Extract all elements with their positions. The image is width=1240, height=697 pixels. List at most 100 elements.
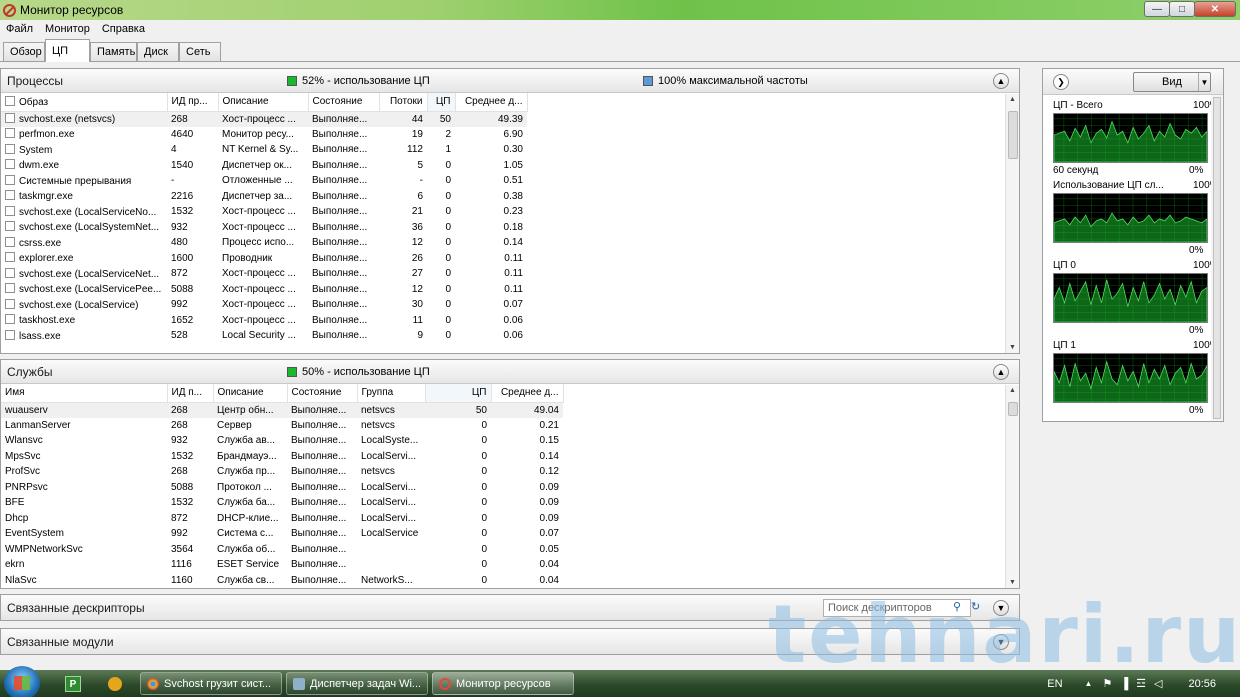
column-header[interactable]: Потоки — [379, 93, 428, 112]
services-header[interactable]: Службы 50% - использование ЦП ▲ — [1, 360, 1019, 384]
row-checkbox[interactable] — [5, 113, 15, 123]
services-scrollbar[interactable]: ▲ ▼ — [1005, 385, 1019, 588]
table-row[interactable]: Dhcp 872 DHCP-клие... Выполняе... LocalServi… — [1, 511, 563, 527]
tab-overview[interactable]: Обзор — [3, 42, 45, 61]
column-header[interactable]: Описание — [218, 93, 309, 112]
table-row[interactable]: ekrn 1116 ESET Service Выполняе... 0 0.04 — [1, 557, 563, 573]
pinned-app-icon[interactable]: P — [60, 673, 86, 695]
column-header[interactable]: ЦП — [427, 93, 456, 112]
flag-icon[interactable]: ⚑ — [1102, 677, 1112, 690]
signal-icon[interactable]: ▐ — [1120, 678, 1128, 690]
tab-disk[interactable]: Диск — [137, 42, 179, 61]
minimize-button[interactable]: — — [1144, 1, 1170, 17]
select-all-checkbox[interactable] — [5, 95, 15, 106]
table-row[interactable]: svchost.exe (LocalService) 992 Хост-процес… — [1, 297, 527, 313]
column-header[interactable]: ИД пр... — [167, 93, 219, 112]
search-icon[interactable]: ⚲ — [953, 600, 961, 613]
scroll-up-icon[interactable]: ▲ — [1009, 96, 1016, 103]
graphs-scrollbar[interactable] — [1211, 95, 1223, 421]
column-header[interactable]: Среднее д... — [455, 93, 528, 112]
column-header[interactable]: Группа — [357, 384, 426, 403]
table-row[interactable]: lsass.exe 528 Local Security ... Выполняе..… — [1, 328, 527, 344]
column-header[interactable]: Имя — [1, 384, 168, 403]
table-row[interactable]: Системные прерывания - Отложенные ... Выпол… — [1, 173, 527, 189]
table-row[interactable]: MpsSvc 1532 Брандмауэ... Выполняе... LocalSe… — [1, 449, 563, 465]
table-row[interactable]: svchost.exe (netsvcs) 268 Хост-процесс ...… — [1, 111, 527, 127]
table-row[interactable]: svchost.exe (LocalSystemNet... 932 Хост-пр… — [1, 220, 527, 236]
row-checkbox[interactable] — [5, 236, 15, 247]
table-row[interactable]: taskhost.exe 1652 Хост-процесс ... Выполняе… — [1, 313, 527, 329]
table-row[interactable]: BFE 1532 Служба ба... Выполняе... LocalServi… — [1, 495, 563, 511]
column-header[interactable]: Среднее д... — [491, 384, 564, 403]
row-checkbox[interactable] — [5, 190, 15, 201]
table-row[interactable]: LanmanServer 268 Сервер Выполняе... netsvcs 0… — [1, 418, 563, 434]
table-row[interactable]: EventSystem 992 Система с... Выполняе... Loc… — [1, 526, 563, 542]
graphs-scroll-thumb[interactable] — [1213, 97, 1221, 419]
modules-expand-icon[interactable]: ▼ — [993, 634, 1009, 650]
row-checkbox[interactable] — [5, 221, 15, 232]
maximize-button[interactable]: □ — [1169, 1, 1195, 17]
row-checkbox[interactable] — [5, 128, 15, 139]
column-header[interactable]: Описание — [213, 384, 288, 403]
table-row[interactable]: WMPNetworkSvc 3564 Служба об... Выполняе...… — [1, 542, 563, 558]
processes-header[interactable]: Процессы 52% - использование ЦП 100% мак… — [1, 69, 1019, 93]
table-row[interactable]: dwm.exe 1540 Диспетчер ок... Выполняе... 5 0 1… — [1, 158, 527, 174]
processes-scrollbar[interactable]: ▲ ▼ — [1005, 94, 1019, 353]
scroll-down-icon[interactable]: ▼ — [1009, 579, 1016, 586]
eset-icon[interactable] — [102, 673, 128, 695]
column-header[interactable]: ЦП — [425, 384, 492, 403]
table-row[interactable]: Wlansvc 932 Служба ав... Выполняе... LocalSy… — [1, 433, 563, 449]
table-row[interactable]: csrss.exe 480 Процесс испо... Выполняе... 12… — [1, 235, 527, 251]
row-checkbox[interactable] — [5, 314, 15, 325]
services-scroll-thumb[interactable] — [1008, 402, 1018, 416]
row-checkbox[interactable] — [5, 174, 15, 185]
start-button[interactable] — [4, 666, 40, 697]
column-header[interactable]: Состояние — [308, 93, 380, 112]
table-row[interactable]: taskmgr.exe 2216 Диспетчер за... Выполняе..… — [1, 189, 527, 205]
modules-section-header[interactable]: Связанные модули ▼ — [0, 628, 1020, 655]
processes-scroll-thumb[interactable] — [1008, 111, 1018, 159]
tab-memory[interactable]: Память — [90, 42, 137, 61]
outer-scrollbar[interactable] — [1229, 68, 1240, 668]
scroll-up-icon[interactable]: ▲ — [1009, 387, 1016, 394]
processes-collapse-icon[interactable]: ▲ — [993, 73, 1009, 89]
row-checkbox[interactable] — [5, 283, 15, 294]
table-row[interactable]: ProfSvc 268 Служба пр... Выполняе... netsvcs… — [1, 464, 563, 480]
taskbar-item-task-manager[interactable]: Диспетчер задач Wi... — [286, 672, 428, 695]
row-checkbox[interactable] — [5, 298, 15, 309]
table-row[interactable]: perfmon.exe 4640 Монитор ресу... Выполняе..… — [1, 127, 527, 143]
table-row[interactable]: svchost.exe (LocalServicePee... 5088 Хост-… — [1, 282, 527, 298]
table-row[interactable]: explorer.exe 1600 Проводник Выполняе... 26 0 0… — [1, 251, 527, 267]
table-row[interactable]: System 4 NT Kernel & Sy... Выполняе... 112 1 0… — [1, 142, 527, 158]
handles-search-input[interactable]: Поиск дескрипторов — [823, 599, 971, 617]
chevron-up-icon[interactable]: ▲ — [1085, 679, 1093, 688]
row-checkbox[interactable] — [5, 252, 15, 263]
menu-file[interactable]: Файл — [0, 23, 39, 35]
network-icon[interactable]: ☲ — [1136, 677, 1146, 690]
tab-cpu[interactable]: ЦП — [45, 39, 90, 62]
table-row[interactable]: svchost.exe (LocalServiceNo... 1532 Хост-п… — [1, 204, 527, 220]
table-row[interactable]: PNRPsvc 5088 Протокол ... Выполняе... LocalS… — [1, 480, 563, 496]
row-checkbox[interactable] — [5, 329, 15, 340]
view-button[interactable]: Вид ▼ — [1133, 72, 1211, 92]
row-checkbox[interactable] — [5, 205, 15, 216]
row-checkbox[interactable] — [5, 267, 15, 278]
scroll-down-icon[interactable]: ▼ — [1009, 344, 1016, 351]
row-checkbox[interactable] — [5, 159, 15, 170]
chevron-down-icon[interactable]: ▼ — [1198, 73, 1210, 91]
table-row[interactable]: svchost.exe (LocalServiceNet... 872 Хост-п… — [1, 266, 527, 282]
close-button[interactable]: ✕ — [1194, 1, 1236, 17]
taskbar-item-browser[interactable]: Svchost грузит сист... — [140, 672, 282, 695]
volume-icon[interactable]: ◁ — [1154, 677, 1162, 690]
handles-expand-icon[interactable]: ▼ — [993, 600, 1009, 616]
menu-help[interactable]: Справка — [96, 23, 151, 35]
title-bar[interactable]: Монитор ресурсов — □ ✕ — [0, 0, 1240, 20]
row-checkbox[interactable] — [5, 143, 15, 154]
column-header[interactable]: ИД п... — [167, 384, 214, 403]
column-header[interactable]: Состояние — [287, 384, 358, 403]
handles-section-header[interactable]: Связанные дескрипторы Поиск дескрипторов… — [0, 594, 1020, 621]
refresh-icon[interactable]: ↻ — [971, 600, 980, 613]
table-row[interactable]: wuauserv 268 Центр обн... Выполняе... netsvc… — [1, 402, 563, 418]
clock[interactable]: 20:56 — [1188, 678, 1216, 690]
taskbar-item-resource-monitor[interactable]: Монитор ресурсов — [432, 672, 574, 695]
